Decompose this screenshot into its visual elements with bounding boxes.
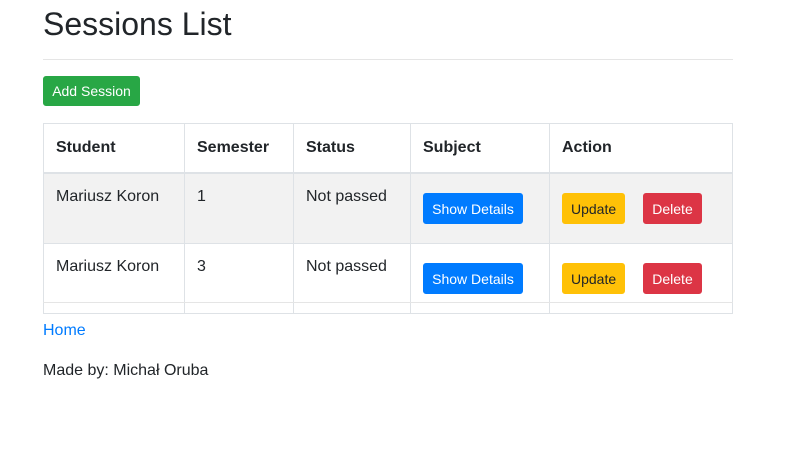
table-row: Mariusz Koron 1 Not passed Show Details … [43, 172, 733, 244]
top-divider [43, 59, 733, 60]
update-button[interactable]: Update [562, 193, 625, 224]
update-button[interactable]: Update [562, 263, 625, 294]
column-header-student: Student [43, 123, 185, 174]
made-by-text: Made by: Michał Oruba [43, 362, 209, 379]
cell-status: Not passed [293, 172, 411, 244]
add-session-button[interactable]: Add Session [43, 76, 140, 106]
bottom-divider [43, 302, 733, 303]
column-header-status: Status [293, 123, 411, 174]
cell-action: Update Delete [549, 243, 733, 314]
cell-semester: 3 [184, 243, 294, 314]
delete-button[interactable]: Delete [643, 263, 702, 294]
cell-student: Mariusz Koron [43, 172, 185, 244]
cell-action: Update Delete [549, 172, 733, 244]
home-link[interactable]: Home [43, 321, 86, 341]
page-title: Sessions List [43, 6, 232, 42]
cell-semester: 1 [184, 172, 294, 244]
table-header-row: Student Semester Status Subject Action [43, 123, 733, 174]
table-row: Mariusz Koron 3 Not passed Show Details … [43, 243, 733, 314]
sessions-table: Student Semester Status Subject Action M… [43, 123, 733, 314]
show-details-button[interactable]: Show Details [423, 263, 523, 294]
cell-status: Not passed [293, 243, 411, 314]
cell-student: Mariusz Koron [43, 243, 185, 314]
column-header-action: Action [549, 123, 733, 174]
main-container: Sessions List Add Session Student Semest… [43, 0, 733, 379]
cell-subject: Show Details [410, 172, 550, 244]
column-header-semester: Semester [184, 123, 294, 174]
delete-button[interactable]: Delete [643, 193, 702, 224]
cell-subject: Show Details [410, 243, 550, 314]
show-details-button[interactable]: Show Details [423, 193, 523, 224]
column-header-subject: Subject [410, 123, 550, 174]
